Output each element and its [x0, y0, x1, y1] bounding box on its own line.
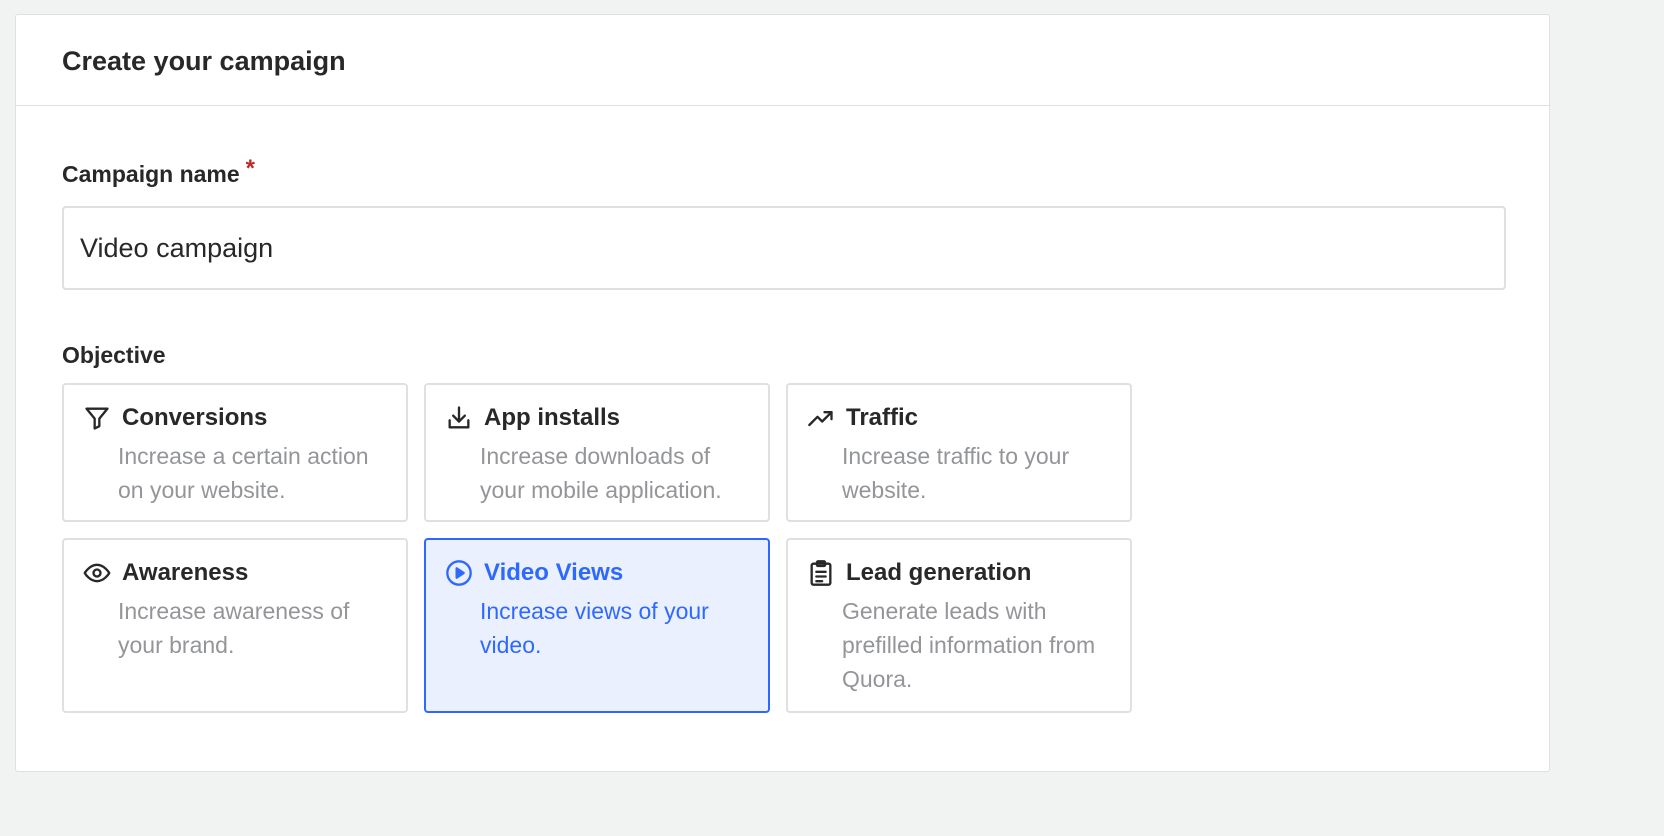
- campaign-name-input[interactable]: [62, 206, 1506, 290]
- campaign-name-label-text: Campaign name: [62, 161, 240, 187]
- page-title: Create your campaign: [62, 45, 346, 76]
- objective-label: Objective: [62, 342, 166, 368]
- funnel-icon: [82, 403, 112, 433]
- objective-option-awareness[interactable]: Awareness Increase awareness of your bra…: [62, 538, 408, 713]
- download-icon: [444, 403, 474, 433]
- trending-up-icon: [806, 403, 836, 433]
- option-title: Traffic: [846, 404, 919, 431]
- option-description: Increase awareness of your brand.: [118, 598, 350, 658]
- clipboard-icon: [806, 558, 836, 588]
- objective-options: Conversions Increase a certain action on…: [62, 383, 1132, 713]
- option-title: Awareness: [122, 559, 249, 586]
- card-header: Create your campaign: [16, 15, 1549, 106]
- objective-option-app-installs[interactable]: App installs Increase downloads of your …: [424, 383, 770, 522]
- option-description: Increase traffic to your website.: [842, 443, 1070, 503]
- option-description: Increase a certain action on your websit…: [118, 443, 369, 503]
- option-description: Increase downloads of your mobile applic…: [480, 443, 722, 503]
- objective-option-conversions[interactable]: Conversions Increase a certain action on…: [62, 383, 408, 522]
- option-title: App installs: [484, 404, 621, 431]
- objective-option-video-views[interactable]: Video Views Increase views of your video…: [424, 538, 770, 713]
- option-title: Video Views: [484, 559, 624, 586]
- campaign-card: Create your campaign Campaign name* Obje…: [15, 14, 1550, 772]
- eye-icon: [82, 558, 112, 588]
- objective-option-lead-generation[interactable]: Lead generation Generate leads with pref…: [786, 538, 1132, 713]
- campaign-name-label: Campaign name *: [62, 155, 255, 189]
- option-description: Generate leads with prefilled informatio…: [842, 598, 1096, 692]
- play-circle-icon: [444, 558, 474, 588]
- option-description: Increase views of your video.: [480, 598, 709, 658]
- option-title: Lead generation: [846, 559, 1032, 586]
- option-title: Conversions: [122, 404, 268, 431]
- objective-option-traffic[interactable]: Traffic Increase traffic to your website…: [786, 383, 1132, 522]
- required-marker: *: [245, 155, 255, 182]
